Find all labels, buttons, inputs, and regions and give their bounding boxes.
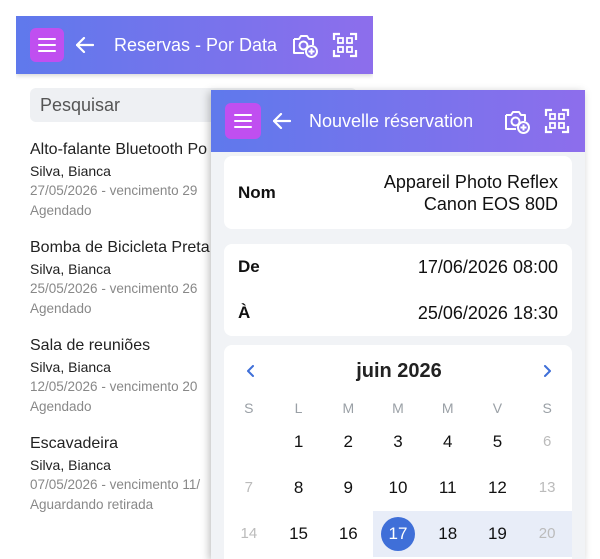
calendar-day-empty xyxy=(224,419,274,465)
from-value: 17/06/2026 08:00 xyxy=(417,257,558,277)
weekday-label: M xyxy=(392,400,404,416)
calendar-day[interactable]: 10 xyxy=(373,465,423,511)
calendar-card: juin 2026 S L M M M V S 1 2 3 4 5 6 7 8 … xyxy=(224,345,572,559)
calendar-day[interactable]: 14 xyxy=(224,511,274,557)
calendar-day[interactable]: 13 xyxy=(522,465,572,511)
calendar-day-in-range[interactable]: 18 xyxy=(422,511,473,557)
menu-button[interactable] xyxy=(30,28,64,62)
calendar-day[interactable]: 12 xyxy=(473,465,523,511)
qr-scan-icon xyxy=(544,108,570,134)
from-label: De xyxy=(238,257,260,276)
page-title: Reservas - Por Data xyxy=(114,34,278,55)
page-title: Nouvelle réservation xyxy=(309,110,474,131)
menu-icon xyxy=(234,114,252,128)
app-bar: Nouvelle réservation xyxy=(211,90,585,152)
camera-add-button[interactable] xyxy=(291,31,319,59)
calendar-day[interactable]: 15 xyxy=(274,511,324,557)
calendar-day[interactable]: 2 xyxy=(323,419,373,465)
calendar-grid: S L M M M V S 1 2 3 4 5 6 7 8 9 10 11 12 xyxy=(224,397,572,557)
name-value-line2: Canon EOS 80D xyxy=(423,193,558,214)
weekday-label: L xyxy=(294,400,303,416)
from-row[interactable]: De 17/06/2026 08:00 xyxy=(238,244,558,290)
dates-card: De 17/06/2026 08:00 À 25/06/2026 18:30 xyxy=(224,244,572,336)
calendar-day[interactable]: 4 xyxy=(423,419,473,465)
name-value-line1: Appareil Photo Reflex xyxy=(383,171,558,192)
name-label: Nom xyxy=(238,182,276,202)
name-value: Appareil Photo Reflex Canon EOS 80D xyxy=(384,171,558,215)
chevron-right-icon xyxy=(543,365,551,377)
calendar-header: juin 2026 xyxy=(224,345,572,397)
calendar-day-in-range[interactable]: 19 xyxy=(472,511,523,557)
calendar-day[interactable]: 7 xyxy=(224,465,274,511)
calendar-day[interactable]: 6 xyxy=(522,419,572,465)
name-card[interactable]: Nom Appareil Photo Reflex Canon EOS 80D xyxy=(224,156,572,229)
to-value: 25/06/2026 18:30 xyxy=(417,303,558,323)
chevron-left-icon xyxy=(247,365,254,377)
prev-month-button[interactable] xyxy=(242,362,260,380)
weekday-label: S xyxy=(244,400,254,416)
menu-icon xyxy=(38,38,56,52)
screen: Reservas - Por Data Pesquisar Alto-falan… xyxy=(0,0,600,559)
weekday-label: M xyxy=(342,400,355,416)
back-button[interactable] xyxy=(271,110,293,132)
calendar-day[interactable]: 5 xyxy=(473,419,523,465)
arrow-left-icon xyxy=(273,113,291,129)
calendar-day[interactable]: 3 xyxy=(373,419,423,465)
calendar-month-title: juin 2026 xyxy=(356,359,442,382)
new-reservation-window: Nouvelle réservation Nom Appareil Photo … xyxy=(211,90,585,559)
to-row[interactable]: À 25/06/2026 18:30 xyxy=(238,290,558,336)
weekday-label: V xyxy=(492,400,503,416)
weekday-label: S xyxy=(542,400,552,416)
menu-button[interactable] xyxy=(225,103,261,139)
calendar-day[interactable]: 9 xyxy=(323,465,373,511)
calendar-day-selected[interactable]: 17 xyxy=(373,511,423,557)
app-bar: Reservas - Por Data xyxy=(16,16,373,74)
calendar-day[interactable]: 11 xyxy=(423,465,473,511)
next-month-button[interactable] xyxy=(538,362,556,380)
selected-day-number: 17 xyxy=(380,517,415,551)
calendar-day-in-range[interactable]: 20 xyxy=(522,511,572,557)
camera-add-button[interactable] xyxy=(503,107,531,135)
arrow-left-icon xyxy=(76,37,94,53)
calendar-day[interactable]: 16 xyxy=(323,511,373,557)
to-label: À xyxy=(238,303,251,322)
qr-scan-button[interactable] xyxy=(543,107,571,135)
weekday-label: M xyxy=(441,400,454,416)
calendar-day[interactable]: 8 xyxy=(274,465,324,511)
qr-scan-button[interactable] xyxy=(331,31,359,59)
camera-add-icon xyxy=(505,111,530,134)
calendar-day[interactable]: 1 xyxy=(274,419,324,465)
camera-add-icon xyxy=(293,35,318,58)
qr-scan-icon xyxy=(332,32,358,58)
back-button[interactable] xyxy=(74,34,96,56)
